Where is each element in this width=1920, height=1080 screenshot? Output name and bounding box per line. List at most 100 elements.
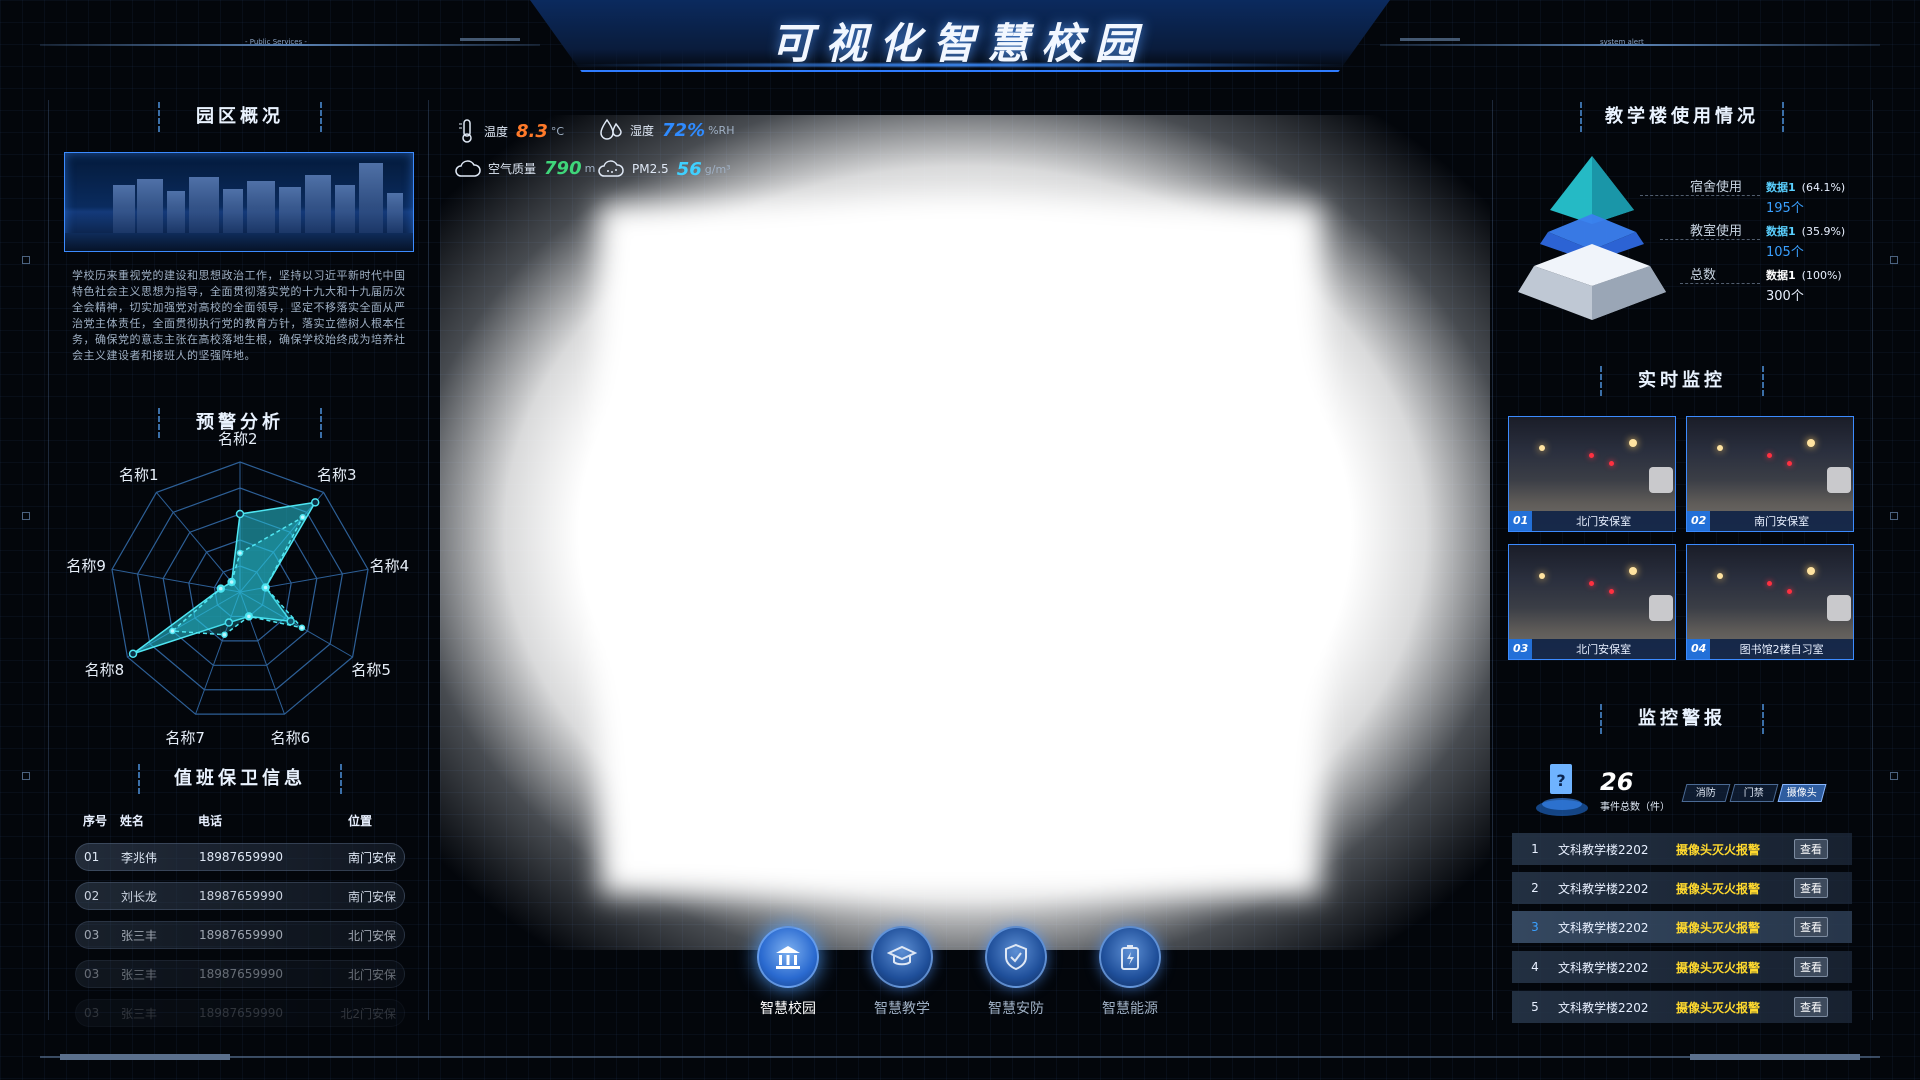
- table-row[interactable]: 01 李兆伟 18987659990 南门安保: [75, 843, 405, 871]
- camera-feed-01[interactable]: 01 北门安保室: [1508, 416, 1676, 532]
- table-row[interactable]: 02 刘长龙 18987659990 南门安保: [75, 882, 405, 910]
- view-button[interactable]: 查看: [1794, 917, 1828, 937]
- alarm-row[interactable]: 1 文科教学楼2202 摄像头灭火报警 查看: [1512, 833, 1852, 865]
- tab-fire[interactable]: 消防: [1681, 784, 1731, 802]
- camera-name: 南门安保室: [1754, 515, 1810, 528]
- overview-text: 学校历来重视党的建设和思想政治工作，坚持以习近平新时代中国特色社会主义思想为指导…: [72, 269, 406, 362]
- duty-cell-name: 刘长龙: [121, 889, 158, 904]
- view-button[interactable]: 查看: [1794, 878, 1828, 898]
- view-button[interactable]: 查看: [1794, 997, 1828, 1017]
- alarm-location: 文科教学楼2202: [1558, 881, 1649, 896]
- footer-line: [40, 1056, 1880, 1058]
- pyramid-pct: (35.9%): [1801, 225, 1846, 238]
- duty-cell-location: 北2门安保: [340, 1006, 396, 1021]
- radar-svg: [111, 461, 369, 715]
- alarm-index: 4: [1531, 960, 1539, 974]
- pyramid-leader: [1680, 283, 1760, 284]
- camera-feed-02[interactable]: 02 南门安保室: [1686, 416, 1854, 532]
- camera-number: 04: [1687, 639, 1711, 659]
- tab-label: 门禁: [1743, 788, 1764, 799]
- pyramid-pct: (64.1%): [1801, 181, 1846, 194]
- duty-cell-phone: 18987659990: [199, 928, 283, 942]
- view-button[interactable]: 查看: [1794, 957, 1828, 977]
- nav-smart-campus[interactable]: 智慧校园: [748, 926, 828, 1018]
- haze-icon: [598, 160, 624, 177]
- pyramid-pct: (100%): [1801, 269, 1842, 282]
- camera-number: 02: [1687, 511, 1711, 531]
- cloud-icon: [455, 159, 481, 177]
- camera-feed-03[interactable]: 03 北门安保室: [1508, 544, 1676, 660]
- pyramid-count-total: 300个: [1766, 289, 1804, 304]
- alarm-row[interactable]: 3 文科教学楼2202 摄像头灭火报警 查看: [1512, 911, 1852, 943]
- alarm-row[interactable]: 5 文科教学楼2202 摄像头灭火报警 查看: [1512, 991, 1852, 1023]
- camera-feed-04[interactable]: 04 图书馆2楼自习室: [1686, 544, 1854, 660]
- table-row[interactable]: 03 张三丰 18987659990 北门安保: [75, 960, 405, 988]
- radar-axis-label: 名称5: [351, 661, 391, 679]
- tab-access[interactable]: 门禁: [1729, 784, 1779, 802]
- air-unit: m: [584, 162, 596, 175]
- radar-point: [235, 509, 245, 519]
- nav-smart-teaching[interactable]: 智慧教学: [862, 926, 942, 1018]
- radar-axis-label: 名称2: [218, 430, 258, 448]
- weather-temp: 温度 8.3 °C: [456, 118, 564, 144]
- duty-header-phone: 电话: [198, 813, 223, 828]
- duty-cell-location: 北门安保: [347, 928, 396, 943]
- pyramid-label-total: 总数: [1690, 268, 1717, 283]
- radar-point: [169, 627, 176, 635]
- frame-mark: [1890, 772, 1898, 780]
- header: 可视化智慧校园 - Public Services - system alert: [0, 0, 1920, 80]
- table-row[interactable]: 03 张三丰 18987659990 北门安保: [75, 921, 405, 949]
- campus-image: [64, 152, 414, 252]
- alarm-row[interactable]: 2 文科教学楼2202 摄像头灭火报警 查看: [1512, 872, 1852, 904]
- air-value: 790: [544, 158, 582, 179]
- humidity-value: 72%: [662, 119, 706, 141]
- duty-title: 值班保卫信息: [138, 764, 342, 794]
- alarm-type: 摄像头灭火报警: [1676, 842, 1761, 857]
- duty-cell-location: 南门安保: [347, 850, 396, 865]
- duty-cell-index: 03: [84, 967, 100, 981]
- header-deco-text-left: - Public Services -: [245, 38, 307, 46]
- graduation-cap-icon: [871, 926, 933, 988]
- radar-point: [221, 631, 228, 639]
- shield-check-icon: [985, 926, 1047, 988]
- pyramid-data-dorm: 数据1 (64.1%): [1766, 179, 1845, 195]
- radar-axis-label: 名称7: [165, 728, 205, 747]
- humidity-unit: %RH: [708, 123, 735, 137]
- pyramid-leader: [1660, 239, 1760, 240]
- duty-header-index: 序号: [83, 813, 108, 828]
- table-row[interactable]: 03 张三丰 18987659990 北2门安保: [75, 999, 405, 1027]
- radar-chart: 名称2 名称3 名称4 名称5 名称6 名称7 名称8 名称9 名称1: [60, 430, 420, 747]
- radar-axis-label: 名称6: [270, 728, 311, 747]
- frame-mark: [1890, 256, 1898, 264]
- radar-axis-label: 名称8: [84, 661, 125, 679]
- duty-cell-index: 01: [84, 850, 100, 864]
- duty-cell-phone: 18987659990: [199, 967, 283, 981]
- camera-name: 北门安保室: [1576, 515, 1632, 528]
- duty-cell-phone: 18987659990: [199, 1006, 283, 1020]
- alarm-index: 2: [1531, 881, 1539, 895]
- pyramid-tag: 数据1: [1766, 225, 1796, 238]
- duty-cell-phone: 18987659990: [199, 889, 283, 903]
- footer-accent-right: [1690, 1054, 1860, 1060]
- duty-table: 序号 姓名 电话 位置 01 李兆伟 18987659990 南门安保 02 刘…: [75, 808, 405, 1027]
- camera-name: 图书馆2楼自习室: [1739, 643, 1824, 656]
- pyramid-label-dorm: 宿舍使用: [1690, 180, 1743, 195]
- alarm-location: 文科教学楼2202: [1558, 920, 1649, 935]
- frame-mark: [22, 256, 30, 264]
- camera-number: 01: [1509, 511, 1533, 531]
- duty-cell-name: 张三丰: [121, 928, 158, 943]
- view-button[interactable]: 查看: [1794, 839, 1828, 859]
- header-deco-text-right: system alert: [1600, 38, 1644, 46]
- nav-smart-security[interactable]: 智慧安防: [976, 926, 1056, 1018]
- nav-label: 智慧教学: [874, 1001, 930, 1017]
- radar-point: [217, 585, 225, 592]
- nav-label: 智慧安防: [988, 1001, 1044, 1017]
- tab-camera[interactable]: 摄像头: [1777, 784, 1827, 802]
- footer-accent-left: [60, 1054, 230, 1060]
- svg-text:?: ?: [1556, 771, 1565, 790]
- left-frame-line: [48, 100, 49, 1020]
- alarm-row[interactable]: 4 文科教学楼2202 摄像头灭火报警 查看: [1512, 951, 1852, 983]
- radar-axis-label: 名称9: [66, 557, 106, 576]
- frame-mark: [22, 772, 30, 780]
- nav-smart-energy[interactable]: 智慧能源: [1090, 926, 1170, 1018]
